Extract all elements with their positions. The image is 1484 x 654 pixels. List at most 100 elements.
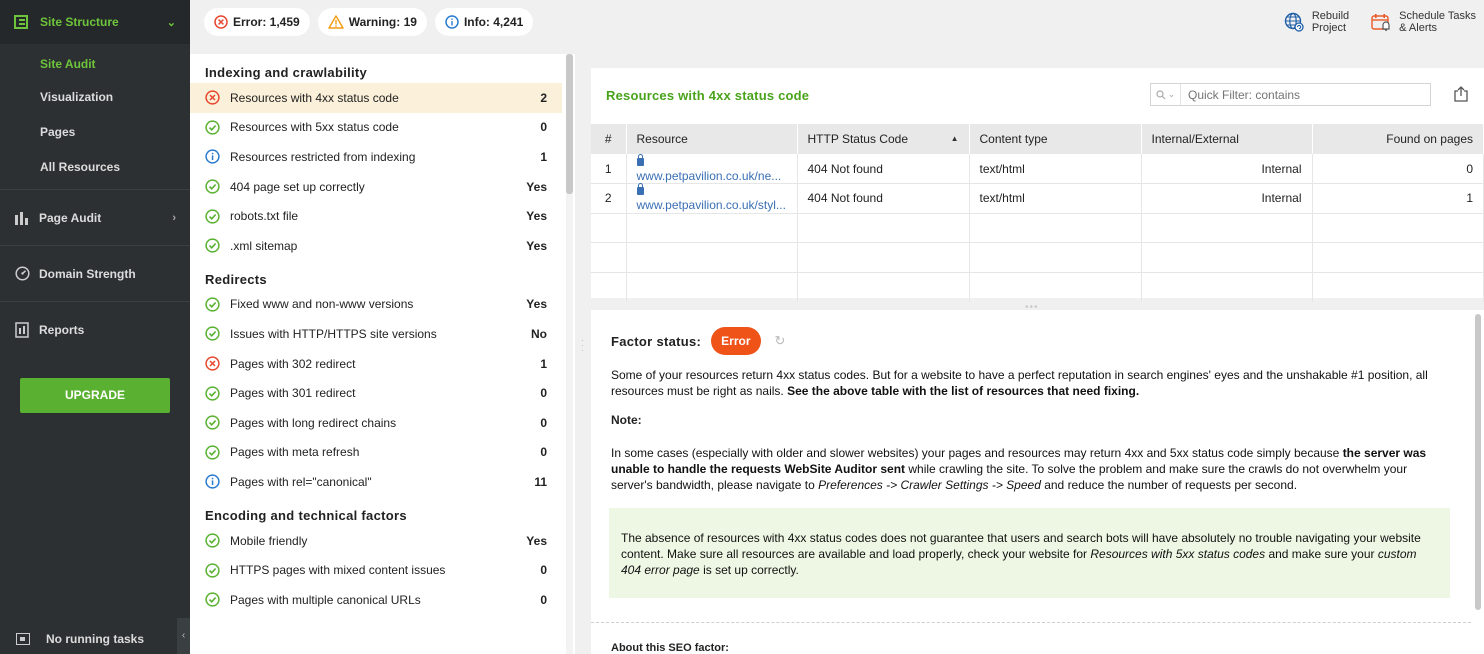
col-header-internal-external[interactable]: Internal/External xyxy=(1141,124,1313,154)
check-icon xyxy=(205,445,220,460)
site-structure-header[interactable]: Site Structure ⌄ xyxy=(0,0,190,44)
resource-link[interactable]: www.petpavilion.co.uk/ne... xyxy=(637,169,782,183)
check-icon xyxy=(205,385,220,401)
quick-filter-input[interactable] xyxy=(1181,87,1421,102)
factor-row[interactable]: Fixed www and non-www versions Yes xyxy=(190,290,575,320)
table-header-row: # Resource HTTP Status Code ▲ Content typ… xyxy=(591,124,1484,154)
col-header-content-type[interactable]: Content type xyxy=(969,124,1142,154)
warning-count-label: Warning: 19 xyxy=(348,15,417,29)
chevron-right-icon: › xyxy=(172,211,176,224)
factor-row[interactable]: Resources with 4xx status code 2 xyxy=(190,83,562,113)
section-title: Redirects xyxy=(205,271,267,287)
factor-row[interactable]: Issues with HTTP/HTTPS site versions No xyxy=(190,319,575,349)
factor-details-content: Factor status: Error ↻ Some of your reso… xyxy=(591,326,1471,623)
info-icon xyxy=(205,474,220,490)
factor-row[interactable]: 404 page set up correctly Yes xyxy=(190,172,575,202)
table-row[interactable]: 1 www.petpavilion.co.uk/ne... 404 Not fo… xyxy=(591,153,1484,184)
running-tasks-label: No running tasks xyxy=(46,632,145,646)
factors-scrollbar[interactable] xyxy=(566,54,573,654)
factor-row[interactable]: Resources restricted from indexing 1 xyxy=(190,142,575,172)
factor-row[interactable]: robots.txt file Yes xyxy=(190,201,575,231)
export-button[interactable] xyxy=(1453,86,1469,105)
factor-row[interactable]: Pages with long redirect chains 0 xyxy=(190,408,575,438)
globe-refresh-icon xyxy=(1284,12,1304,32)
info-count-filter[interactable]: Info: 4,241 xyxy=(434,8,534,36)
factor-row[interactable]: Resources with 5xx status code 0 xyxy=(190,113,575,143)
sidebar: Site Structure ⌄ Site Audit Visualizatio… xyxy=(0,0,190,654)
info-count-label: Info: 4,241 xyxy=(463,15,524,29)
lock-icon xyxy=(636,183,644,196)
sidebar-item-pages[interactable]: Pages xyxy=(0,115,190,150)
check-icon xyxy=(205,179,220,194)
reports-label: Reports xyxy=(39,322,85,337)
rebuild-project-button[interactable]: Rebuild Project xyxy=(1284,10,1349,34)
factor-status-line: Factor status: Error ↻ xyxy=(611,326,1451,356)
sidebar-item-site-audit[interactable]: Site Audit xyxy=(0,50,190,80)
resource-cell[interactable]: www.petpavilion.co.uk/styl... xyxy=(626,183,798,214)
factor-description: Some of your resources return 4xx status… xyxy=(611,368,1428,398)
warning-count-filter[interactable]: Warning: 19 xyxy=(317,8,427,36)
check-icon xyxy=(205,562,220,578)
check-icon xyxy=(205,120,220,135)
sidebar-item-all-resources[interactable]: All Resources xyxy=(0,150,190,185)
filter-mode-dropdown[interactable]: ⌄ xyxy=(1151,84,1181,105)
schedule-tasks-label: Schedule Tasks & Alerts xyxy=(1399,10,1476,34)
table-row[interactable]: 2 www.petpavilion.co.uk/styl... 404 Not … xyxy=(591,183,1484,214)
table-row-empty xyxy=(591,242,1484,273)
factor-row[interactable]: Pages with rel="canonical" 11 xyxy=(190,467,575,497)
factor-details-panel: Factor status: Error ↻ Some of your reso… xyxy=(591,310,1484,654)
factor-row[interactable]: Mobile friendly Yes xyxy=(190,526,575,556)
col-header-number[interactable]: # xyxy=(591,124,627,154)
col-header-resource[interactable]: Resource xyxy=(626,124,798,154)
check-icon xyxy=(205,238,220,253)
upgrade-button[interactable]: UPGRADE xyxy=(20,378,170,413)
top-bar: Error: 1,459 Warning: 19 Info: 4,241 Reb… xyxy=(190,0,1484,44)
refresh-icon[interactable]: ↻ xyxy=(775,333,786,349)
factor-row[interactable]: .xml sitemap Yes xyxy=(190,231,575,261)
error-icon xyxy=(205,356,220,371)
factor-row[interactable]: Pages with 302 redirect 1 xyxy=(190,349,575,379)
check-icon xyxy=(205,326,220,342)
col-header-found-on-pages[interactable]: Found on pages xyxy=(1312,124,1484,154)
resources-panel-title: Resources with 4xx status code xyxy=(606,88,810,103)
quick-filter[interactable]: ⌄ xyxy=(1150,83,1431,106)
error-count-label: Error: 1,459 xyxy=(233,15,300,29)
factor-row[interactable]: Pages with 301 redirect 0 xyxy=(190,378,575,408)
report-icon xyxy=(14,321,30,338)
status-badge[interactable]: Error xyxy=(711,327,761,355)
vertical-splitter-handle[interactable]: · · · xyxy=(581,336,585,355)
section-title: Indexing and crawlability xyxy=(205,65,368,80)
top-actions: Rebuild Project Schedule Tasks & Alerts xyxy=(1262,10,1484,34)
tip-box: The absence of resources with 4xx status… xyxy=(609,508,1450,598)
factor-row[interactable]: HTTPS pages with mixed content issues 0 xyxy=(190,555,575,585)
check-icon xyxy=(205,415,220,430)
about-seo-factor-heading: About this SEO factor: xyxy=(611,642,729,654)
factor-status-label: Factor status: xyxy=(611,333,702,349)
check-icon xyxy=(205,533,220,548)
domain-strength-label: Domain Strength xyxy=(39,266,136,281)
sort-asc-icon: ▲ xyxy=(950,134,959,143)
error-icon xyxy=(214,15,228,29)
check-icon xyxy=(205,592,220,607)
page-audit-icon xyxy=(14,210,30,226)
running-tasks-status[interactable]: No running tasks xyxy=(0,624,190,654)
collapse-sidebar-button[interactable]: ‹ xyxy=(177,618,190,654)
factor-row[interactable]: Pages with meta refresh 0 xyxy=(190,438,575,468)
sidebar-item-page-audit[interactable]: Page Audit › xyxy=(0,189,190,245)
section-title: Encoding and technical factors xyxy=(205,507,407,523)
col-header-http-status[interactable]: HTTP Status Code ▲ xyxy=(797,124,970,154)
sidebar-item-visualization[interactable]: Visualization xyxy=(0,80,190,115)
sidebar-item-reports[interactable]: Reports xyxy=(0,301,190,357)
resources-table: # Resource HTTP Status Code ▲ Content typ… xyxy=(591,124,1484,302)
note-text: In some cases (especially with older and… xyxy=(611,446,1427,492)
table-row-empty xyxy=(591,272,1484,302)
details-scrollbar[interactable] xyxy=(1475,314,1481,610)
error-count-filter[interactable]: Error: 1,459 xyxy=(204,8,310,36)
resource-link[interactable]: www.petpavilion.co.uk/styl... xyxy=(637,198,786,212)
sidebar-item-domain-strength[interactable]: Domain Strength xyxy=(0,245,190,301)
schedule-tasks-button[interactable]: Schedule Tasks & Alerts xyxy=(1371,10,1476,34)
scrollbar-thumb[interactable] xyxy=(566,54,573,194)
factor-row[interactable]: Pages with multiple canonical URLs 0 xyxy=(190,585,575,615)
check-icon xyxy=(205,209,220,224)
resource-cell[interactable]: www.petpavilion.co.uk/ne... xyxy=(626,153,798,184)
